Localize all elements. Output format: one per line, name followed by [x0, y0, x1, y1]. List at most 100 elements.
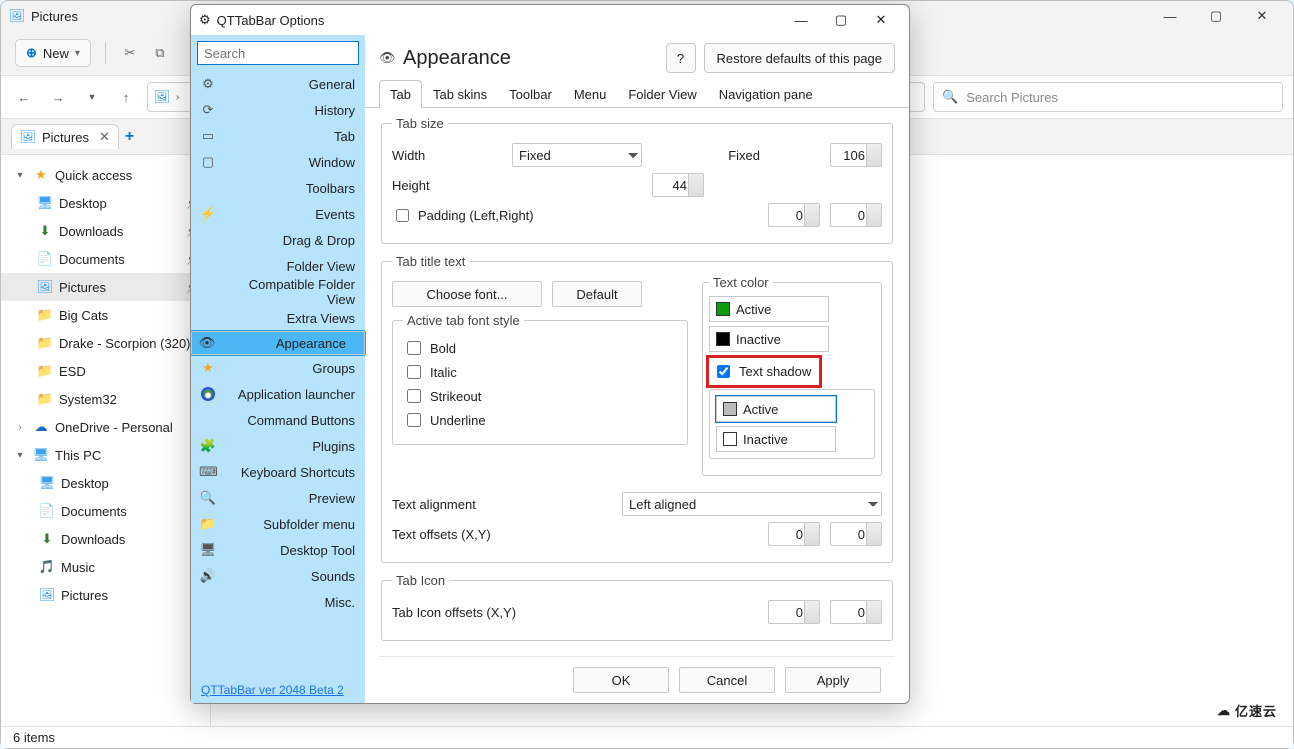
tree-item[interactable]: 📁Big Cats [1, 301, 210, 329]
shadow-active-color-button[interactable]: Active [716, 396, 836, 422]
cancel-button[interactable]: Cancel [679, 667, 775, 693]
apply-button[interactable]: Apply [785, 667, 881, 693]
tree-item[interactable]: ›🎵Music [1, 553, 210, 581]
subtab-toolbar[interactable]: Toolbar [498, 80, 563, 108]
appearance-subtabs: TabTab skinsToolbarMenuFolder ViewNaviga… [365, 79, 909, 108]
tree-item[interactable]: ›⬇Downloads [1, 525, 210, 553]
dialog-titlebar: ⚙ QTTabBar Options — ▢ ✕ [191, 5, 909, 35]
category-item[interactable]: Misc. [191, 589, 365, 615]
help-button[interactable]: ? [666, 43, 696, 73]
category-item[interactable]: 🔍Preview [191, 485, 365, 511]
search-box[interactable]: 🔍 Search Pictures [933, 82, 1283, 112]
tree-item[interactable]: ⬇Downloads📌 [1, 217, 210, 245]
font-style-checkbox[interactable]: Strikeout [403, 386, 677, 406]
category-search-input[interactable] [197, 41, 359, 65]
height-value-input[interactable] [652, 173, 704, 197]
maximize-button[interactable]: ▢ [1193, 1, 1239, 31]
nav-tree: ▾★Quick access🖥Desktop📌⬇Downloads📌📄Docum… [1, 155, 211, 726]
options-dialog: ⚙ QTTabBar Options — ▢ ✕ ⚙General⟳Histor… [190, 4, 910, 704]
category-item[interactable]: Folder View [191, 253, 365, 279]
category-item[interactable]: Extra Views [191, 305, 365, 331]
watermark: ☁ 亿速云 [1217, 701, 1277, 720]
tree-item[interactable]: ›🖼Pictures [1, 581, 210, 609]
subtab-folder view[interactable]: Folder View [617, 80, 707, 108]
cut-icon[interactable]: ✂ [120, 43, 140, 63]
tree-item[interactable]: 📁ESD [1, 357, 210, 385]
dialog-close-button[interactable]: ✕ [861, 5, 901, 35]
category-item[interactable]: ▭Tab [191, 123, 365, 149]
subtab-navigation pane[interactable]: Navigation pane [708, 80, 824, 108]
category-item[interactable]: Drag & Drop [191, 227, 365, 253]
tab-pictures[interactable]: 🖼 Pictures ✕ [11, 124, 119, 149]
close-button[interactable]: ✕ [1239, 1, 1285, 31]
category-item[interactable]: Command Buttons [191, 407, 365, 433]
up-button[interactable]: ↑ [113, 84, 139, 110]
back-button[interactable]: ← [11, 84, 37, 110]
category-item[interactable]: ⟳History [191, 97, 365, 123]
new-button[interactable]: ⊕ New ▾ [15, 39, 91, 67]
text-offset-y-input[interactable] [830, 522, 882, 546]
minimize-button[interactable]: — [1147, 1, 1193, 31]
ok-button[interactable]: OK [573, 667, 669, 693]
tab-size-group: Tab size Width Fixed Fixed Height [381, 116, 893, 244]
category-item[interactable]: ⌨Keyboard Shortcuts [191, 459, 365, 485]
category-item[interactable]: ⚡Events [191, 201, 365, 227]
dialog-maximize-button[interactable]: ▢ [821, 5, 861, 35]
padding-checkbox[interactable]: Padding (Left,Right) [392, 206, 534, 225]
onedrive-node[interactable]: ›☁OneDrive - Personal [1, 413, 210, 441]
category-item[interactable]: ●Application launcher [191, 381, 365, 407]
width-value-input[interactable] [830, 143, 882, 167]
category-item[interactable]: 📁Subfolder menu [191, 511, 365, 537]
font-style-checkbox[interactable]: Underline [403, 410, 677, 430]
category-item[interactable]: ⚙General [191, 71, 365, 97]
category-item[interactable]: 🧩Plugins [191, 433, 365, 459]
icon-offsets-label: Tab Icon offsets (X,Y) [392, 605, 612, 620]
quick-access-node[interactable]: ▾★Quick access [1, 161, 210, 189]
category-item[interactable]: 🔊Sounds [191, 563, 365, 589]
history-chevron-icon[interactable]: ▾ [79, 84, 105, 110]
new-tab-button[interactable]: + [125, 128, 134, 146]
tree-item[interactable]: ›📄Documents [1, 497, 210, 525]
copy-icon[interactable]: ⧉ [150, 43, 170, 63]
subtab-menu[interactable]: Menu [563, 80, 618, 108]
default-font-button[interactable]: Default [552, 281, 642, 307]
padding-right-input[interactable] [830, 203, 882, 227]
inactive-color-button[interactable]: Inactive [709, 326, 829, 352]
category-item[interactable]: ▢Window [191, 149, 365, 175]
restore-defaults-button[interactable]: Restore defaults of this page [704, 43, 896, 73]
active-color-button[interactable]: Active [709, 296, 829, 322]
forward-button[interactable]: → [45, 84, 71, 110]
tree-item[interactable]: 🖥Desktop📌 [1, 189, 210, 217]
height-label: Height [392, 178, 502, 193]
text-offset-x-input[interactable] [768, 522, 820, 546]
subtab-tab skins[interactable]: Tab skins [422, 80, 498, 108]
shadow-inactive-color-button[interactable]: Inactive [716, 426, 836, 452]
category-item[interactable]: ★Groups [191, 355, 365, 381]
tree-item[interactable]: 🖼Pictures📌 [1, 273, 210, 301]
width-mode-select[interactable]: Fixed [512, 143, 642, 167]
close-tab-icon[interactable]: ✕ [99, 129, 110, 145]
padding-left-input[interactable] [768, 203, 820, 227]
category-item[interactable]: 🖥Desktop Tool [191, 537, 365, 563]
tree-item[interactable]: 📄Documents📌 [1, 245, 210, 273]
choose-font-button[interactable]: Choose font... [392, 281, 542, 307]
tree-item[interactable]: 📁Drake - Scorpion (320) [1, 329, 210, 357]
version-link[interactable]: QTTabBar ver 2048 Beta 2 [201, 683, 355, 697]
page-title: Appearance [403, 47, 511, 70]
category-item[interactable]: Compatible Folder View [191, 279, 365, 305]
category-item[interactable]: Toolbars [191, 175, 365, 201]
subtab-tab[interactable]: Tab [379, 80, 422, 108]
tree-item[interactable]: ›🖥Desktop [1, 469, 210, 497]
font-style-checkbox[interactable]: Bold [403, 338, 677, 358]
text-align-select[interactable]: Left aligned [622, 492, 882, 516]
category-item[interactable]: 👁Appearance [191, 331, 365, 355]
tree-item[interactable]: 📁System32 [1, 385, 210, 413]
divider [105, 42, 106, 64]
this-pc-node[interactable]: ▾🖥This PC [1, 441, 210, 469]
search-icon: 🔍 [942, 89, 958, 105]
font-style-checkbox[interactable]: Italic [403, 362, 677, 382]
icon-offset-y-input[interactable] [830, 600, 882, 624]
text-shadow-checkbox[interactable]: Text shadow [711, 360, 817, 383]
dialog-minimize-button[interactable]: — [781, 5, 821, 35]
icon-offset-x-input[interactable] [768, 600, 820, 624]
